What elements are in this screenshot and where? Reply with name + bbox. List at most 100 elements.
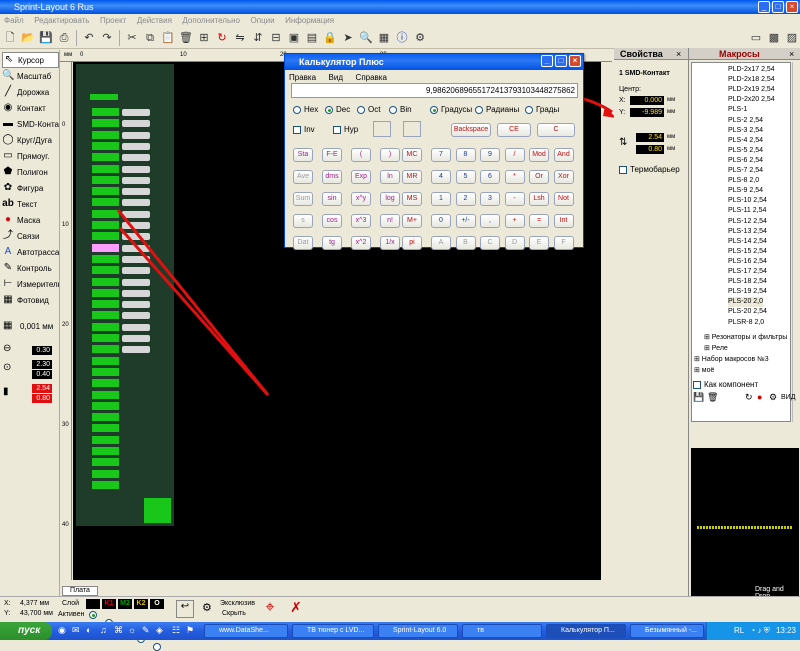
calc-key-[interactable]: ) <box>380 148 400 162</box>
calc-key-8[interactable]: 8 <box>455 148 476 162</box>
calc-key-op[interactable]: +/- <box>455 214 476 228</box>
calc-key-2[interactable]: 2 <box>455 192 476 206</box>
calc-key-mr[interactable]: MR <box>402 170 422 184</box>
macro-item[interactable]: PLS-18 2,54 <box>728 277 767 287</box>
calc-key-7[interactable]: 7 <box>431 148 451 162</box>
quicklaunch-icon[interactable]: ♫ <box>100 625 107 635</box>
calc-key-A[interactable]: A <box>431 236 451 250</box>
calc-key-exp[interactable]: Exp <box>351 170 371 184</box>
macro-item[interactable]: PLD-2x19 2,54 <box>728 85 775 95</box>
calc-key-x2[interactable]: x^2 <box>351 236 371 250</box>
radio-bin[interactable]: Bin <box>389 105 412 114</box>
quicklaunch-icon[interactable]: ☷ <box>172 625 180 636</box>
tray-icon[interactable]: ♪ <box>758 626 762 635</box>
calc-key-E[interactable]: E <box>529 236 549 250</box>
checkbox-inv[interactable]: Inv <box>293 125 315 134</box>
backspace-button[interactable]: Backspace <box>451 123 491 137</box>
macro-folder[interactable]: ⊞ Резонаторы и фильтры <box>704 333 787 343</box>
calc-key-sum[interactable]: Sum <box>293 192 313 206</box>
macro-item[interactable]: PLS-2 2,54 <box>728 116 763 126</box>
macro-folder[interactable]: ⊞ Набор макросов №3 <box>694 355 769 365</box>
macros-close-icon[interactable]: × <box>789 49 794 59</box>
quicklaunch-icon[interactable]: ✎ <box>142 625 150 636</box>
macro-preview[interactable]: Drag and Drop <box>691 448 799 600</box>
task-datasheet[interactable]: www.DataShe... <box>204 624 288 638</box>
calc-key-0[interactable]: 0 <box>431 214 451 228</box>
quicklaunch-icon[interactable]: ✉ <box>72 625 80 636</box>
macro-scrollbar[interactable] <box>792 62 800 422</box>
calc-key-5[interactable]: 5 <box>455 170 476 184</box>
macro-item[interactable]: PLS-12 2,54 <box>728 217 767 227</box>
radio-grads[interactable]: Грады <box>525 105 559 114</box>
task-tv-tuner[interactable]: ТВ тюнер с LVD... <box>292 624 374 638</box>
calc-key-ln[interactable]: ln <box>380 170 400 184</box>
calc-key-1[interactable]: 1 <box>431 192 451 206</box>
calc-key-[interactable]: ( <box>351 148 371 162</box>
calc-menu-view[interactable]: Вид <box>329 73 343 82</box>
quicklaunch-icon[interactable]: ☼ <box>128 625 136 635</box>
calc-key-mc[interactable]: MC <box>402 148 422 162</box>
start-button[interactable]: пуск <box>0 622 52 640</box>
macro-item[interactable]: PLS-16 2,54 <box>728 257 767 267</box>
calc-key-ave[interactable]: Ave <box>293 170 313 184</box>
tray-icon[interactable]: ◔ <box>750 626 755 635</box>
macro-item[interactable]: PLS-14 2,54 <box>728 237 767 247</box>
layer-active-radio[interactable] <box>153 643 161 651</box>
macro-item[interactable]: PLS-3 2,54 <box>728 126 763 136</box>
calc-key-Mod[interactable]: Mod <box>529 148 549 162</box>
macro-folder[interactable]: ⊞ Реле <box>704 344 728 354</box>
calc-key-3[interactable]: 3 <box>480 192 500 206</box>
calc-key-op[interactable]: - <box>504 192 525 206</box>
macro-item[interactable]: PLS-4 2,54 <box>728 136 763 146</box>
calc-key-op[interactable]: / <box>504 148 525 162</box>
checkbox-hyp[interactable]: Hyp <box>333 125 358 134</box>
calc-key-9[interactable]: 9 <box>480 148 500 162</box>
center-y-value[interactable]: -9.989 <box>630 108 664 117</box>
task-sprint-layout[interactable]: Sprint-Layout 6.0 <box>378 624 458 638</box>
radio-oct[interactable]: Oct <box>357 105 380 114</box>
calc-menu-help[interactable]: Справка <box>356 73 387 82</box>
calc-key-m[interactable]: M+ <box>402 214 422 228</box>
layer-m2[interactable]: M2 <box>118 599 132 609</box>
calc-key-6[interactable]: 6 <box>480 170 500 184</box>
radio-degrees[interactable]: Градусы <box>430 105 472 114</box>
calc-maximize-button[interactable]: □ <box>555 55 567 67</box>
calc-key-Lsh[interactable]: Lsh <box>529 192 549 206</box>
macro-item[interactable]: PLS-13 2,54 <box>728 227 767 237</box>
calc-key-Or[interactable]: Or <box>529 170 549 184</box>
task-tv[interactable]: тв <box>462 624 542 638</box>
calc-key-ms[interactable]: MS <box>402 192 422 206</box>
calc-key-log[interactable]: log <box>380 192 400 206</box>
calc-key-D[interactable]: D <box>504 236 525 250</box>
calc-key-cos[interactable]: cos <box>322 214 342 228</box>
macro-item[interactable]: PLS-15 2,54 <box>728 247 767 257</box>
macro-item[interactable]: PLS-6 2,54 <box>728 156 763 166</box>
calc-key-dat[interactable]: Dat <box>293 236 313 250</box>
macro-item[interactable]: PLS-9 2,54 <box>728 186 763 196</box>
calc-key-1x[interactable]: 1/x <box>380 236 400 250</box>
calc-key-x3[interactable]: x^3 <box>351 214 371 228</box>
calc-key-Int[interactable]: Int <box>553 214 574 228</box>
view-label[interactable]: ВИД <box>781 394 795 401</box>
macro-item[interactable]: PLSR-8 2,0 <box>728 318 764 328</box>
macro-item[interactable]: PLS-20 2,54 <box>728 307 767 317</box>
macro-item[interactable]: PLS-5 2,54 <box>728 146 763 156</box>
layer-o[interactable]: O <box>150 599 164 609</box>
calculator-display[interactable]: 9,98620689655172413793103448275862 <box>291 83 578 98</box>
calc-key-4[interactable]: 4 <box>431 170 451 184</box>
component-icon[interactable]: ⚙ <box>769 392 777 403</box>
language-indicator[interactable]: RL <box>734 626 744 635</box>
ce-button[interactable]: CE <box>497 123 531 137</box>
smd-width-prop[interactable]: 2.54 <box>636 133 664 142</box>
calc-menu-edit[interactable]: Правка <box>289 73 316 82</box>
c-button[interactable]: C <box>537 123 575 137</box>
calc-key-s[interactable]: s <box>293 214 313 228</box>
quicklaunch-icon[interactable]: ⚑ <box>186 625 194 636</box>
calc-key-Not[interactable]: Not <box>553 192 574 206</box>
calc-close-button[interactable]: × <box>569 55 581 67</box>
radio-radians[interactable]: Радианы <box>475 105 519 114</box>
as-component-checkbox[interactable]: Как компонент <box>693 380 758 389</box>
layer-k1[interactable]: K1 <box>102 599 116 609</box>
layer-swap-icon[interactable]: ↩ <box>176 600 194 618</box>
macro-item[interactable]: PLS-10 2,54 <box>728 196 767 206</box>
